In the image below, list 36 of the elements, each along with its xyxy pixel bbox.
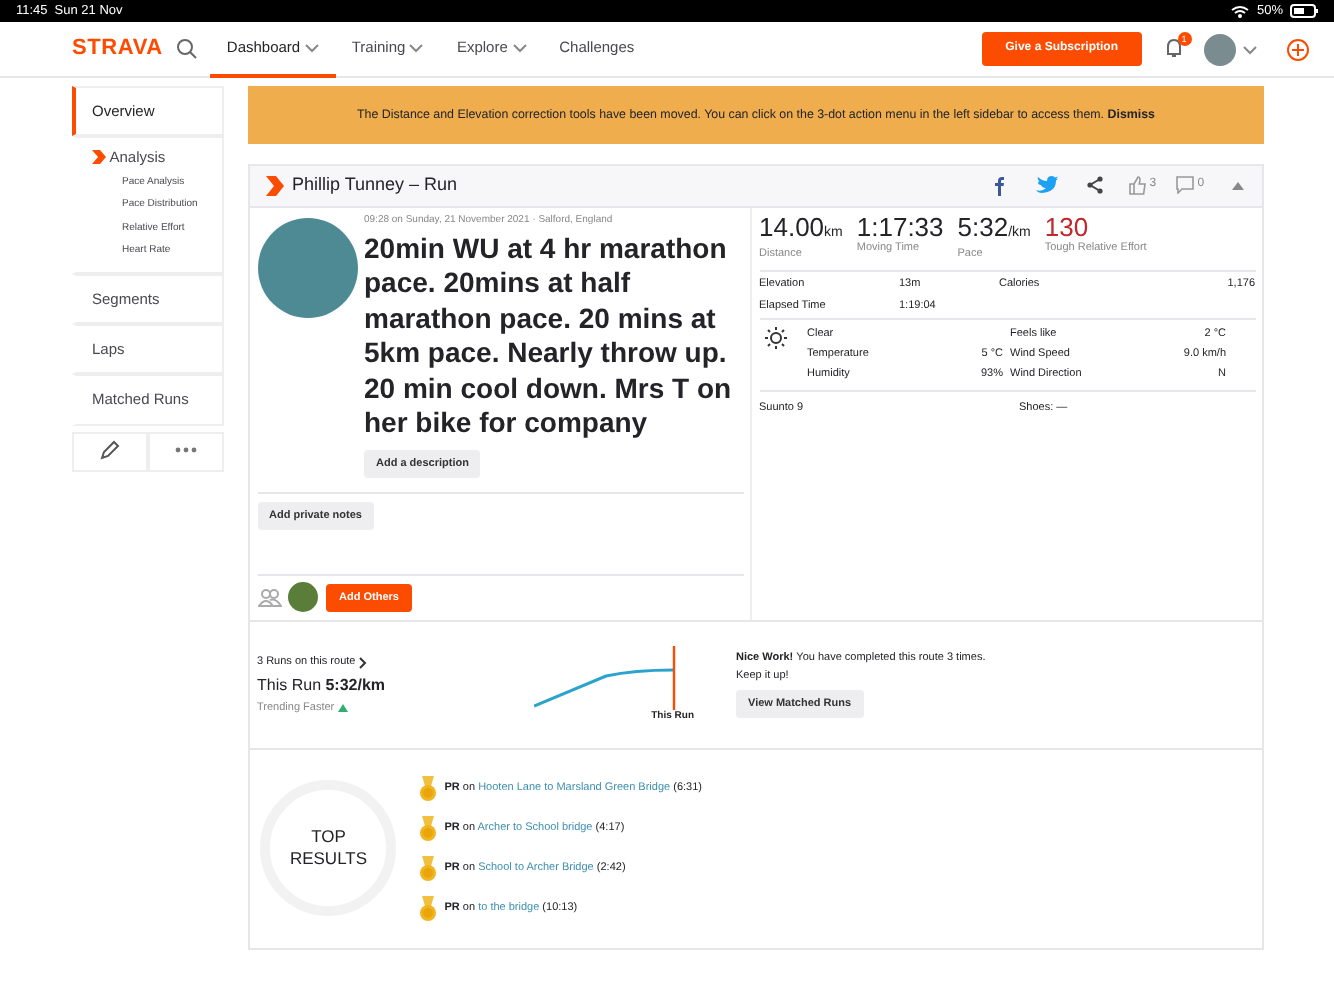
- sun-icon: [763, 326, 787, 351]
- medal-icon: [417, 775, 438, 802]
- thumbs-up-icon[interactable]: [1127, 175, 1146, 196]
- caret-icon: [303, 41, 320, 53]
- stat-value: 1:17:33: [856, 214, 944, 243]
- chevron-icon: [266, 175, 284, 196]
- wifi-icon: [1229, 4, 1250, 18]
- medal-icon: [417, 855, 438, 882]
- search-icon[interactable]: [176, 38, 199, 60]
- medal-icon: [417, 815, 438, 842]
- caret-icon: [408, 41, 425, 53]
- collapse-icon[interactable]: [1232, 181, 1244, 190]
- pencil-icon: [100, 440, 120, 461]
- edit-button[interactable]: [72, 432, 148, 472]
- avatar-photo[interactable]: [1204, 33, 1236, 65]
- activity-name: 20min WU at 4 hr marathon pace. 20mins at half marathon pace. 20 mins at 5km pace. Nearly throw up. 20 min cool down. Mrs T on her bike for company: [364, 231, 734, 442]
- caret-icon: [511, 41, 528, 53]
- triangle-up-icon: [337, 704, 348, 713]
- facebook-icon[interactable]: [990, 175, 1006, 196]
- caret-icon[interactable]: [1242, 43, 1258, 55]
- share-icon[interactable]: [1085, 176, 1103, 195]
- activity-title: Phillip Tunney – Run: [292, 172, 460, 199]
- stat-value: 130: [1044, 214, 1089, 243]
- bird-icon[interactable]: [1035, 176, 1057, 195]
- battery-icon: [1290, 4, 1318, 18]
- add-icon[interactable]: [1286, 37, 1310, 61]
- people-icon: [257, 587, 281, 608]
- chevron-icon: [92, 149, 106, 164]
- friend-avatar: [288, 582, 318, 613]
- chevron-icon: [358, 655, 369, 670]
- top-results-label: TOP RESULTS: [260, 780, 397, 917]
- comment-icon[interactable]: [1175, 176, 1194, 195]
- bell-icon[interactable]: [1163, 37, 1183, 58]
- this-run-pace: This Run 5:32/km: [257, 673, 388, 698]
- more-icon: [174, 445, 198, 454]
- medal-icon: [417, 895, 438, 922]
